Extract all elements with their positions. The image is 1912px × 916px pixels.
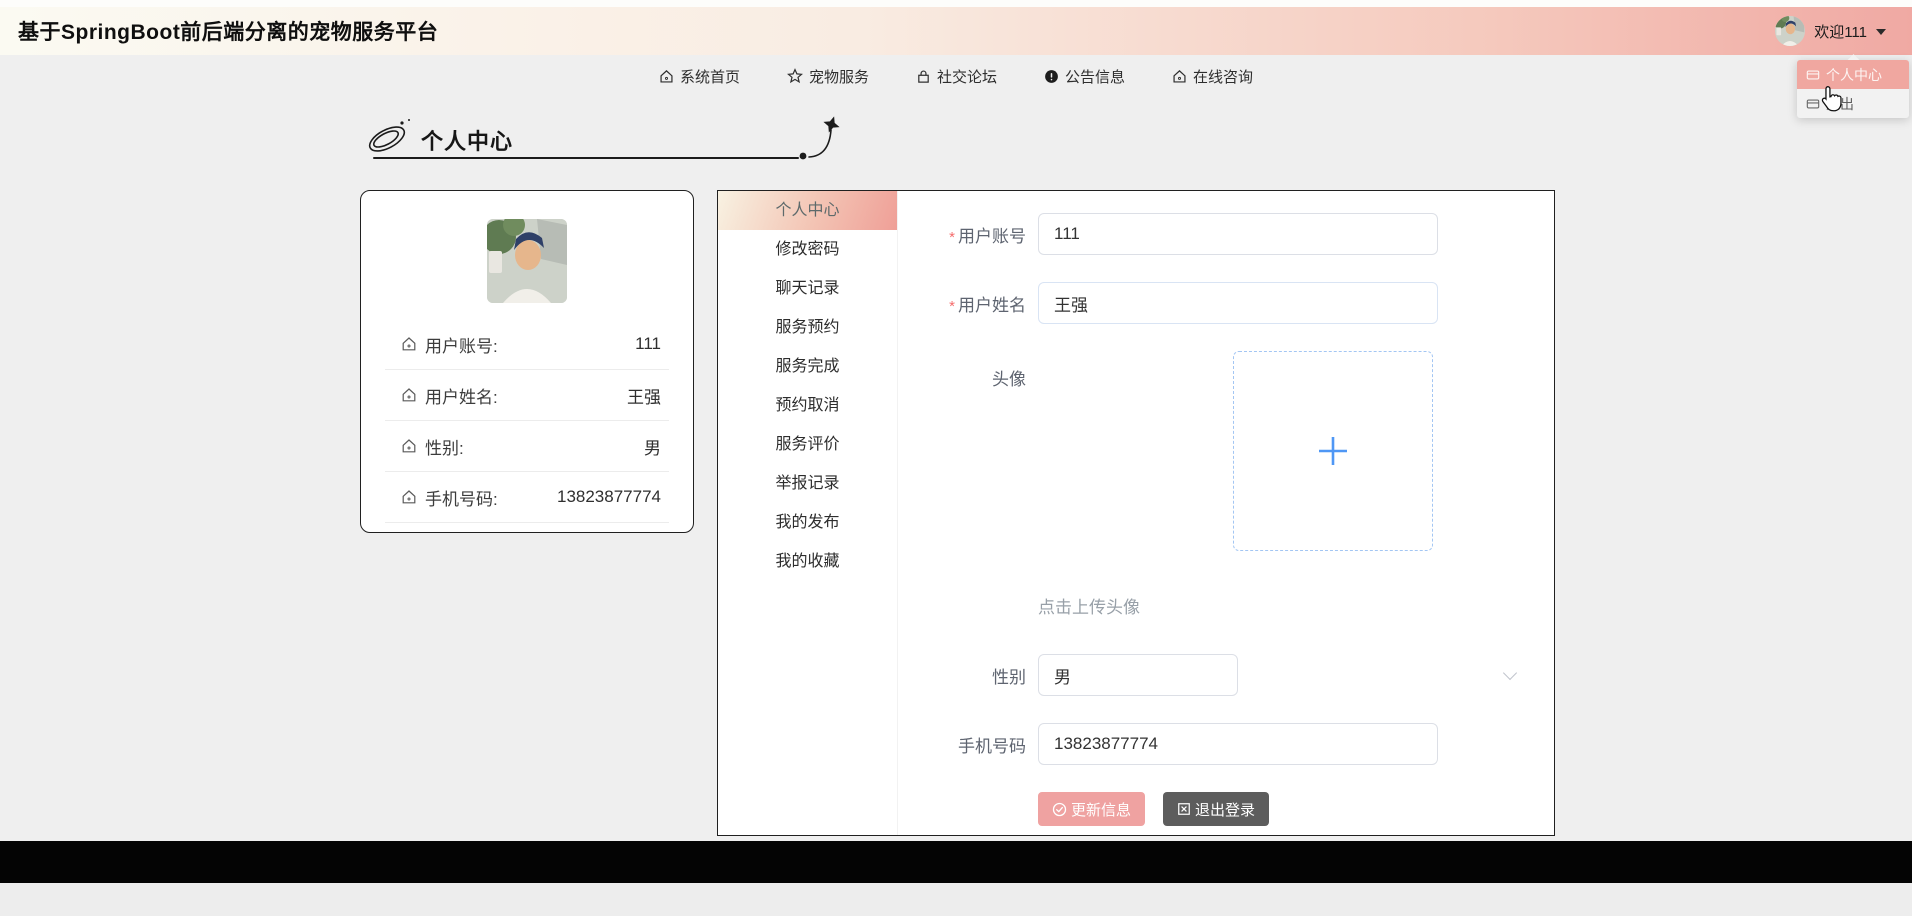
gender-label: 性别 (898, 663, 1026, 688)
app-title: 基于SpringBoot前后端分离的宠物服务平台 (0, 16, 438, 46)
star-icon (787, 68, 803, 84)
profile-row-label: 手机号码: (425, 485, 498, 510)
sparkle-arrow-doodle-icon (795, 112, 847, 164)
alert-icon (1044, 69, 1059, 84)
form-row-phone: 手机号码 (898, 723, 1554, 765)
menu-item-report-records[interactable]: 举报记录 (718, 464, 897, 503)
user-menu-trigger[interactable]: 欢迎111 (1775, 16, 1912, 46)
plus-icon (1315, 433, 1351, 469)
required-mark: * (949, 298, 955, 315)
gender-select[interactable] (1038, 654, 1238, 696)
home-icon (401, 336, 417, 352)
page-title-block: 个人中心 (365, 112, 845, 167)
welcome-text[interactable]: 欢迎111 (1814, 21, 1867, 42)
avatar-photo-icon (1775, 16, 1805, 46)
close-square-icon (1177, 802, 1191, 816)
profile-info-list: 用户账号: 111 用户姓名: 王强 性别: 男 手机号码: 138238777… (385, 319, 669, 523)
profile-row-value: 111 (635, 334, 661, 354)
menu-item-personal-center[interactable]: 个人中心 (718, 191, 897, 230)
phone-label: 手机号码 (898, 732, 1026, 757)
profile-photo (487, 219, 567, 303)
upload-hint: 点击上传头像 (1038, 593, 1554, 618)
avatar-upload-box[interactable] (1233, 351, 1433, 551)
top-strip (0, 0, 1912, 7)
dropdown-item-label: 个人中心 (1826, 65, 1882, 85)
home-icon (1172, 69, 1187, 84)
home-icon (401, 438, 417, 454)
menu-item-my-posts[interactable]: 我的发布 (718, 503, 897, 542)
profile-row-name: 用户姓名: 王强 (385, 370, 669, 421)
profile-row-label: 性别: (425, 434, 464, 459)
dropdown-item-profile[interactable]: 个人中心 (1797, 60, 1909, 89)
profile-row-gender: 性别: 男 (385, 421, 669, 472)
profile-row-label: 用户账号: (425, 332, 498, 357)
profile-row-label: 用户姓名: (425, 383, 498, 408)
profile-summary-card: 用户账号: 111 用户姓名: 王强 性别: 男 手机号码: 138238777… (360, 190, 694, 533)
home-icon (401, 489, 417, 505)
logout-button[interactable]: 退出登录 (1163, 792, 1269, 826)
user-dropdown-menu: 个人中心 退出 (1797, 60, 1909, 118)
nav-item-pet-services[interactable]: 宠物服务 (787, 66, 869, 87)
name-label: *用户姓名 (898, 291, 1026, 316)
dropdown-item-logout[interactable]: 退出 (1797, 89, 1909, 118)
form-actions: 更新信息 退出登录 (1038, 792, 1554, 826)
paperclip-doodle-icon (365, 116, 415, 158)
update-info-button[interactable]: 更新信息 (1038, 792, 1145, 826)
nav-item-consult[interactable]: 在线咨询 (1172, 66, 1253, 87)
account-label: *用户账号 (898, 222, 1026, 247)
menu-item-my-favorites[interactable]: 我的收藏 (718, 542, 897, 581)
phone-input[interactable] (1038, 723, 1438, 765)
logout-icon (1806, 97, 1820, 111)
nav-item-home[interactable]: 系统首页 (659, 66, 740, 87)
dropdown-item-label: 退出 (1826, 94, 1854, 114)
nav-item-forum[interactable]: 社交论坛 (916, 66, 997, 87)
menu-item-service-booking[interactable]: 服务预约 (718, 308, 897, 347)
form-row-gender: 性别 (898, 654, 1554, 696)
nav-item-announcements[interactable]: 公告信息 (1044, 66, 1125, 87)
required-mark: * (949, 229, 955, 246)
main-nav: 系统首页 宠物服务 社交论坛 公告信息 在线咨询 (0, 55, 1912, 97)
below-footer-strip (0, 883, 1912, 916)
footer-bar (0, 841, 1912, 883)
check-circle-icon (1052, 802, 1067, 817)
id-card-icon (1806, 68, 1820, 82)
nav-label: 公告信息 (1065, 66, 1125, 87)
profile-form: *用户账号 *用户姓名 头像 点击上传头像 (898, 191, 1554, 835)
nav-label: 宠物服务 (809, 66, 869, 87)
menu-item-chat-history[interactable]: 聊天记录 (718, 269, 897, 308)
nav-label: 在线咨询 (1193, 66, 1253, 87)
lock-icon (916, 69, 931, 84)
menu-item-change-password[interactable]: 修改密码 (718, 230, 897, 269)
avatar-photo-icon (487, 219, 567, 303)
profile-row-account: 用户账号: 111 (385, 319, 669, 370)
home-icon (401, 387, 417, 403)
profile-row-phone: 手机号码: 13823877774 (385, 472, 669, 523)
name-input[interactable] (1038, 282, 1438, 324)
page-title: 个人中心 (421, 124, 513, 156)
personal-center-panel: 个人中心 修改密码 聊天记录 服务预约 服务完成 预约取消 服务评价 举报记录 … (717, 190, 1555, 836)
form-row-avatar: 头像 (898, 351, 1554, 551)
profile-row-value: 13823877774 (557, 487, 661, 507)
chevron-down-icon[interactable] (1505, 670, 1516, 681)
update-button-label: 更新信息 (1071, 799, 1131, 820)
user-avatar[interactable] (1775, 16, 1805, 46)
panel-side-menu: 个人中心 修改密码 聊天记录 服务预约 服务完成 预约取消 服务评价 举报记录 … (718, 191, 898, 835)
avatar-label: 头像 (898, 351, 1026, 390)
menu-item-booking-cancelled[interactable]: 预约取消 (718, 386, 897, 425)
menu-item-service-review[interactable]: 服务评价 (718, 425, 897, 464)
title-underline (373, 157, 799, 159)
nav-label: 系统首页 (680, 66, 740, 87)
caret-down-icon (1876, 29, 1886, 35)
menu-item-service-completed[interactable]: 服务完成 (718, 347, 897, 386)
logout-button-label: 退出登录 (1195, 799, 1255, 820)
home-icon (659, 69, 674, 84)
nav-label: 社交论坛 (937, 66, 997, 87)
account-input[interactable] (1038, 213, 1438, 255)
profile-row-value: 王强 (627, 383, 661, 408)
form-row-account: *用户账号 (898, 213, 1554, 255)
profile-row-value: 男 (644, 434, 661, 459)
app-header: 基于SpringBoot前后端分离的宠物服务平台 欢迎111 (0, 7, 1912, 55)
form-row-name: *用户姓名 (898, 282, 1554, 324)
